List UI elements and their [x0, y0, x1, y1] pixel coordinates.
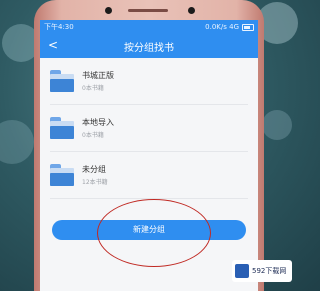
group-count: 0本书籍 [82, 85, 104, 92]
group-count: 0本书籍 [82, 132, 104, 139]
group-name: 未分组 [82, 165, 106, 174]
background-blur-circle [262, 110, 292, 140]
watermark-logo-icon [235, 264, 249, 278]
front-sensor [188, 7, 195, 14]
group-item-bookstore[interactable]: 书城正版 0本书籍 [50, 58, 248, 105]
folder-icon [50, 117, 74, 139]
status-time: 下午4:30 [44, 23, 74, 31]
back-arrow-icon[interactable]: < [48, 38, 58, 52]
watermark-text: 592下载网 [252, 267, 287, 275]
folder-icon [50, 164, 74, 186]
group-count: 12本书籍 [82, 179, 108, 186]
group-item-local-import[interactable]: 本地导入 0本书籍 [50, 105, 248, 152]
group-list: 书城正版 0本书籍 本地导入 0本书籍 未分组 12本书籍 [40, 58, 258, 199]
earpiece-speaker [128, 9, 168, 12]
group-name: 本地导入 [82, 118, 114, 127]
site-watermark: 592下载网 [232, 260, 292, 282]
status-indicators: 0.0K/s 4G [205, 20, 254, 34]
status-bar: 下午4:30 0.0K/s 4G [40, 20, 258, 34]
group-item-ungrouped[interactable]: 未分组 12本书籍 [50, 152, 248, 199]
page-title: 按分组找书 [124, 42, 174, 54]
group-name: 书城正版 [82, 71, 114, 80]
battery-icon [242, 23, 254, 31]
nav-bar: < 按分组找书 [40, 34, 258, 58]
status-network: 0.0K/s 4G [205, 23, 239, 31]
background-blur-circle [0, 120, 34, 164]
highlight-annotation-circle [97, 199, 211, 267]
front-camera [105, 7, 112, 14]
folder-icon [50, 70, 74, 92]
